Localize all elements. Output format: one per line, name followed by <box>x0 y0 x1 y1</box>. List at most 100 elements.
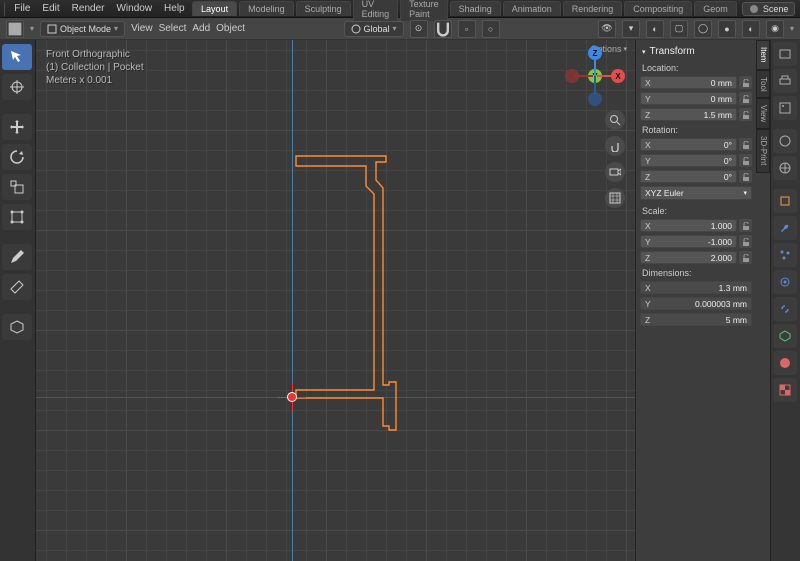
location-y-field[interactable]: Y0 mm <box>640 92 737 105</box>
menu-edit[interactable]: Edit <box>36 3 65 14</box>
lock-scale-z[interactable] <box>739 251 752 264</box>
prop-tab-particles[interactable] <box>773 243 797 267</box>
shading-wireframe-icon[interactable]: ◯ <box>694 20 712 38</box>
workspace-tab-modeling[interactable]: Modeling <box>239 1 294 16</box>
tool-cursor[interactable] <box>2 74 32 100</box>
tool-scale[interactable] <box>2 174 32 200</box>
unlock-icon <box>742 254 750 262</box>
menu-object[interactable]: Object <box>216 23 245 34</box>
workspace-tab-animation[interactable]: Animation <box>503 1 561 16</box>
prop-tab-texture[interactable] <box>773 378 797 402</box>
prop-tab-data[interactable] <box>773 324 797 348</box>
camera-button[interactable] <box>605 162 625 182</box>
physics-icon <box>778 275 792 289</box>
prop-tab-physics[interactable] <box>773 270 797 294</box>
lock-rotation-y[interactable] <box>739 154 752 167</box>
prop-tab-render[interactable] <box>773 42 797 66</box>
location-z-field[interactable]: Z1.5 mm <box>640 108 737 121</box>
shading-rendered-icon[interactable]: ◉ <box>766 20 784 38</box>
lock-rotation-x[interactable] <box>739 138 752 151</box>
tool-measure[interactable] <box>2 274 32 300</box>
lock-location-z[interactable] <box>739 108 752 121</box>
tool-add-cube[interactable] <box>2 314 32 340</box>
zoom-button[interactable] <box>605 110 625 130</box>
scene-selector[interactable]: Scene <box>742 2 796 16</box>
prop-tab-modifiers[interactable] <box>773 216 797 240</box>
tool-transform[interactable] <box>2 204 32 230</box>
gizmo-z-neg[interactable] <box>588 92 602 106</box>
prop-tab-world[interactable] <box>773 156 797 180</box>
n-tab-tool[interactable]: Tool <box>756 70 770 99</box>
visibility-icon[interactable]: 👁 <box>598 20 616 38</box>
menu-view[interactable]: View <box>131 23 153 34</box>
dim-x-field[interactable]: X1.3 mm <box>640 281 752 294</box>
tool-select-box[interactable] <box>2 44 32 70</box>
scale-y-field[interactable]: Y-1.000 <box>640 235 737 248</box>
prop-tab-constraints[interactable] <box>773 297 797 321</box>
rotation-y-field[interactable]: Y0° <box>640 154 737 167</box>
menu-file[interactable]: File <box>8 3 36 14</box>
snap-toggle[interactable] <box>434 20 452 38</box>
workspace-tab-sculpting[interactable]: Sculpting <box>296 1 351 16</box>
transform-panel-header[interactable]: ▾ Transform <box>640 44 752 61</box>
pivot-icon[interactable]: ⊙ <box>410 20 428 38</box>
nav-gizmo[interactable]: Z X Y <box>565 46 625 106</box>
prop-tab-output[interactable] <box>773 69 797 93</box>
scale-z-field[interactable]: Z2.000 <box>640 251 737 264</box>
editor-type-icon[interactable] <box>6 20 24 38</box>
viewport-3d[interactable]: Front Orthographic (1) Collection | Pock… <box>36 40 635 561</box>
link-icon <box>778 302 792 316</box>
snap-type-icon[interactable]: ▫ <box>458 20 476 38</box>
tool-rotate[interactable] <box>2 144 32 170</box>
workspace-tab-texturepaint[interactable]: Texture Paint <box>400 0 448 21</box>
menu-window[interactable]: Window <box>110 3 158 14</box>
menu-select[interactable]: Select <box>159 23 187 34</box>
dim-z-field[interactable]: Z5 mm <box>640 313 752 326</box>
rotation-mode-selector[interactable]: XYZ Euler▾ <box>640 186 752 200</box>
lock-scale-x[interactable] <box>739 219 752 232</box>
xray-toggle-icon[interactable]: ▢ <box>670 20 688 38</box>
prop-tab-scene[interactable] <box>773 129 797 153</box>
tool-annotate[interactable] <box>2 244 32 270</box>
menu-render[interactable]: Render <box>66 3 111 14</box>
n-tab-item[interactable]: Item <box>756 40 770 70</box>
prop-tab-viewlayer[interactable] <box>773 96 797 120</box>
n-tab-view[interactable]: View <box>756 98 770 129</box>
properties-tabs <box>770 40 800 561</box>
mode-selector[interactable]: Object Mode ▾ <box>40 21 125 37</box>
lock-location-x[interactable] <box>739 76 752 89</box>
workspace-tab-uv[interactable]: UV Editing <box>353 0 399 21</box>
tool-move[interactable] <box>2 114 32 140</box>
chevron-down-icon: ▾ <box>743 189 747 197</box>
workspace-tab-layout[interactable]: Layout <box>192 1 237 16</box>
menu-add[interactable]: Add <box>192 23 210 34</box>
lock-location-y[interactable] <box>739 92 752 105</box>
lock-rotation-z[interactable] <box>739 170 752 183</box>
dim-y-field[interactable]: Y0.000003 mm <box>640 297 752 310</box>
prop-tab-object[interactable] <box>773 189 797 213</box>
proportional-edit-icon[interactable]: ○ <box>482 20 500 38</box>
n-tab-3dprint[interactable]: 3D-Print <box>756 129 770 172</box>
rotation-z-field[interactable]: Z0° <box>640 170 737 183</box>
perspective-toggle[interactable] <box>605 188 625 208</box>
render-icon <box>778 47 792 61</box>
location-x-field[interactable]: X0 mm <box>640 76 737 89</box>
pan-button[interactable] <box>605 136 625 156</box>
lock-scale-y[interactable] <box>739 235 752 248</box>
shading-solid-icon[interactable]: ● <box>718 20 736 38</box>
workspace-tab-compositing[interactable]: Compositing <box>624 1 692 16</box>
shading-matprev-icon[interactable]: ◐ <box>742 20 760 38</box>
unlock-icon <box>742 111 750 119</box>
orientation-selector[interactable]: Global ▾ <box>344 21 404 37</box>
scale-label: Scale: <box>640 204 752 218</box>
scale-x-field[interactable]: X1.000 <box>640 219 737 232</box>
gizmo-toggle-icon[interactable]: ▾ <box>622 20 640 38</box>
workspace-tab-rendering[interactable]: Rendering <box>563 1 623 16</box>
menu-help[interactable]: Help <box>158 3 191 14</box>
workspace-tab-geometry[interactable]: Geom <box>694 1 737 16</box>
prop-tab-material[interactable] <box>773 351 797 375</box>
cursor-3d-marker <box>282 387 302 407</box>
workspace-tab-shading[interactable]: Shading <box>450 1 501 16</box>
rotation-x-field[interactable]: X0° <box>640 138 737 151</box>
overlay-toggle-icon[interactable]: ◐ <box>646 20 664 38</box>
